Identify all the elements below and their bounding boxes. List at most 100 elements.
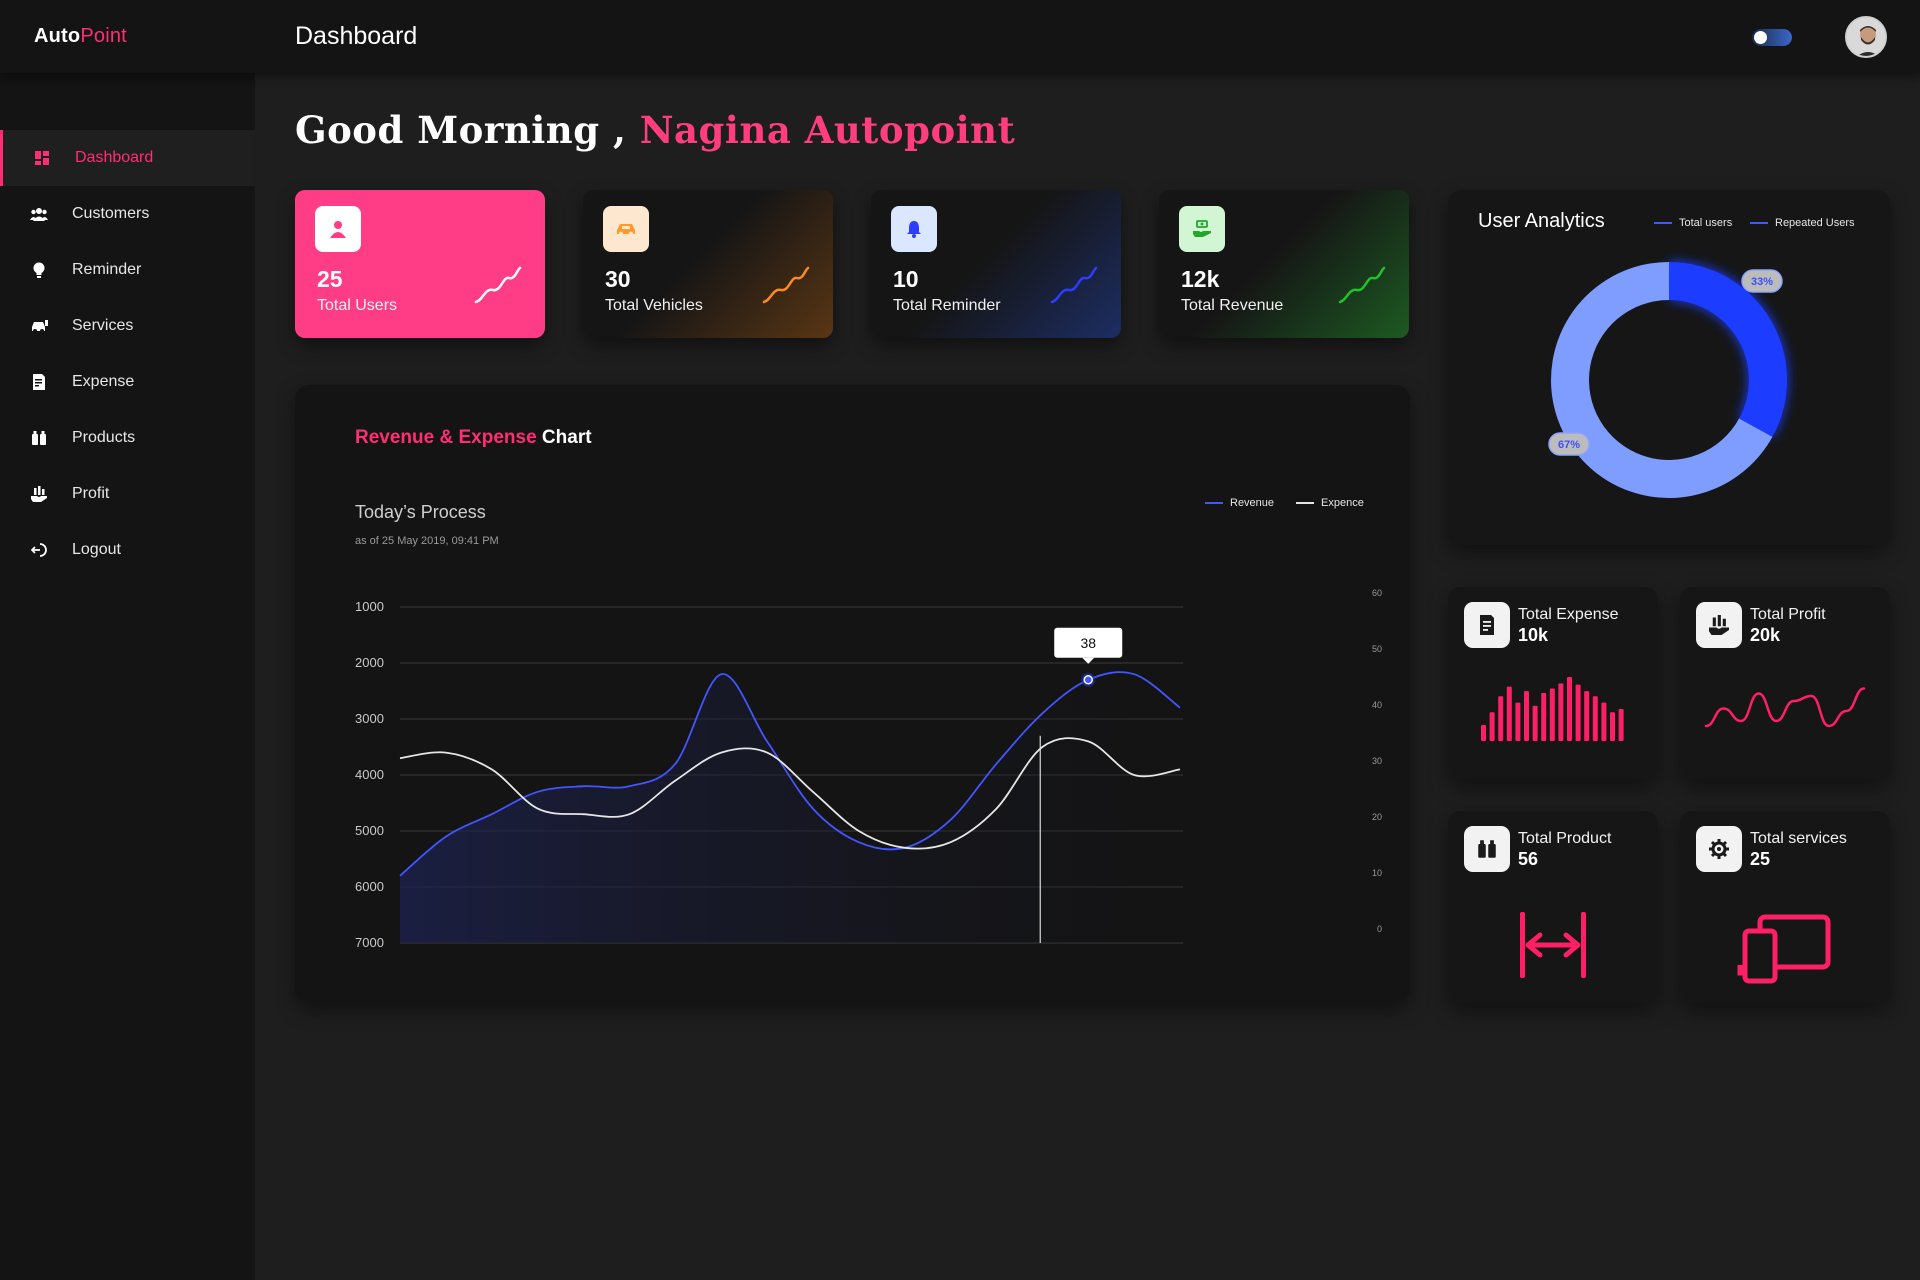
sidebar-item-label: Reminder xyxy=(72,261,142,278)
receipt-icon xyxy=(1464,602,1510,648)
logout-icon xyxy=(30,541,48,559)
right-axis-tick: 60 xyxy=(1372,588,1382,598)
sidebar-item-customers[interactable]: Customers xyxy=(0,186,255,242)
left-axis-tick: 3000 xyxy=(355,711,384,726)
expense-bar xyxy=(1610,712,1615,741)
expense-bar xyxy=(1549,688,1555,741)
left-axis-tick: 5000 xyxy=(355,823,384,838)
expense-bar xyxy=(1567,677,1572,741)
sidebar: Dashboard Customers Reminder Services Ex… xyxy=(0,73,255,1280)
brand-part1: Auto xyxy=(34,25,81,47)
stat-card-total-users[interactable]: 25 Total Users xyxy=(295,190,545,338)
right-axis-tick: 40 xyxy=(1372,700,1382,710)
right-axis-tick: 20 xyxy=(1372,812,1382,822)
customers-icon xyxy=(30,205,48,223)
money-icon xyxy=(1179,206,1225,252)
trend-sparkline xyxy=(1050,266,1098,304)
revenue-expense-chart-panel: Revenue & Expense Chart Today’s Process … xyxy=(295,385,1410,1002)
hover-point[interactable] xyxy=(1083,675,1093,685)
stat-value: 12k xyxy=(1181,266,1220,292)
expense-bar xyxy=(1558,683,1564,741)
sidebar-item-logout[interactable]: Logout xyxy=(0,522,255,578)
stat-label: Total Reminder xyxy=(893,297,1001,314)
expense-bar-sparkline xyxy=(1481,677,1624,741)
left-axis-tick: 4000 xyxy=(355,767,384,782)
right-axis-tick: 0 xyxy=(1377,924,1382,934)
trend-sparkline xyxy=(762,266,810,304)
expense-bar xyxy=(1575,684,1581,741)
greeting-name: Nagina Autopoint xyxy=(639,108,1016,152)
expense-bar xyxy=(1515,702,1521,741)
stat-card-total-vehicles[interactable]: 30 Total Vehicles xyxy=(583,190,833,338)
brand-logo[interactable]: AutoPoint xyxy=(34,25,127,48)
profit-icon xyxy=(30,485,48,503)
revenue-area xyxy=(400,672,1180,943)
kpi-label: Total Expense xyxy=(1518,606,1619,623)
width-arrows-icon xyxy=(1520,912,1586,978)
sidebar-item-label: Services xyxy=(72,317,134,334)
trend-sparkline xyxy=(1338,266,1386,304)
top-bar: AutoPoint Dashboard xyxy=(0,0,1920,73)
products-icon xyxy=(30,429,48,447)
expense-bar xyxy=(1532,705,1538,741)
kpi-value: 20k xyxy=(1750,625,1781,645)
revenue-expense-line-chart[interactable]: 1000 2000 3000 4000 5000 6000 7000 60 50 40 30 20 10… xyxy=(295,385,1410,1002)
sidebar-item-label: Expense xyxy=(72,373,135,390)
stat-label: Total Users xyxy=(317,297,398,314)
left-axis-tick: 7000 xyxy=(355,935,384,950)
sidebar-item-reminder[interactable]: Reminder xyxy=(0,242,255,298)
greeting-heading: Good Morning , Nagina Autopoint xyxy=(295,108,1015,152)
expense-bar xyxy=(1498,696,1504,741)
page-title: Dashboard xyxy=(295,22,418,50)
products-icon xyxy=(1464,826,1510,872)
kpi-card-total-product[interactable]: Total Product 56 xyxy=(1448,811,1658,1003)
profit-line-sparkline xyxy=(1704,687,1866,728)
sidebar-item-products[interactable]: Products xyxy=(0,410,255,466)
user-analytics-donut-chart[interactable]: 33% 67% xyxy=(1448,190,1890,545)
user-icon xyxy=(315,206,361,252)
expense-bar xyxy=(1524,691,1529,741)
tooltip-value: 38 xyxy=(1080,635,1096,651)
left-axis-tick: 2000 xyxy=(355,655,384,670)
toggle-knob xyxy=(1754,31,1767,44)
kpi-card-total-profit[interactable]: Total Profit 20k xyxy=(1680,587,1890,779)
kpi-card-total-expense[interactable]: Total Expense 10k xyxy=(1448,587,1658,779)
sidebar-item-label: Logout xyxy=(72,541,121,558)
kpi-value: 56 xyxy=(1518,849,1539,869)
sidebar-item-profit[interactable]: Profit xyxy=(0,466,255,522)
kpi-label: Total Profit xyxy=(1750,606,1826,623)
greeting-prefix: Good Morning , xyxy=(295,108,627,152)
stat-card-total-revenue[interactable]: 12k Total Revenue xyxy=(1159,190,1409,338)
stat-card-total-reminder[interactable]: 10 Total Reminder xyxy=(871,190,1121,338)
car-service-icon xyxy=(30,317,48,335)
moon-toggle-icon[interactable] xyxy=(1752,29,1792,46)
receipt-icon xyxy=(30,373,48,391)
expense-bar xyxy=(1618,709,1624,741)
bell-icon xyxy=(891,206,937,252)
sidebar-item-label: Dashboard xyxy=(75,149,154,166)
profit-line xyxy=(1704,687,1866,728)
expense-bar xyxy=(1592,696,1598,741)
avatar-icon xyxy=(1847,18,1885,56)
stat-label: Total Vehicles xyxy=(605,297,703,314)
stat-value: 10 xyxy=(893,266,919,292)
expense-bar xyxy=(1481,725,1486,741)
devices-icon xyxy=(1737,914,1831,984)
expense-bar xyxy=(1601,702,1607,741)
user-avatar[interactable] xyxy=(1845,16,1887,58)
kpi-value: 10k xyxy=(1518,625,1549,645)
kpi-card-total-services[interactable]: Total services 25 xyxy=(1680,811,1890,1003)
expense-bar xyxy=(1584,691,1590,741)
sidebar-item-dashboard[interactable]: Dashboard xyxy=(0,130,255,186)
trend-sparkline xyxy=(474,266,522,304)
sidebar-item-services[interactable]: Services xyxy=(0,298,255,354)
sidebar-item-expense[interactable]: Expense xyxy=(0,354,255,410)
sidebar-item-label: Profit xyxy=(72,485,110,502)
right-axis-tick: 30 xyxy=(1372,756,1382,766)
stat-value: 30 xyxy=(605,266,631,292)
stat-value: 25 xyxy=(317,266,343,292)
right-axis-tick: 50 xyxy=(1372,644,1382,654)
dashboard-icon xyxy=(33,149,51,167)
sidebar-item-label: Products xyxy=(72,429,136,446)
left-axis-tick: 1000 xyxy=(355,599,384,614)
